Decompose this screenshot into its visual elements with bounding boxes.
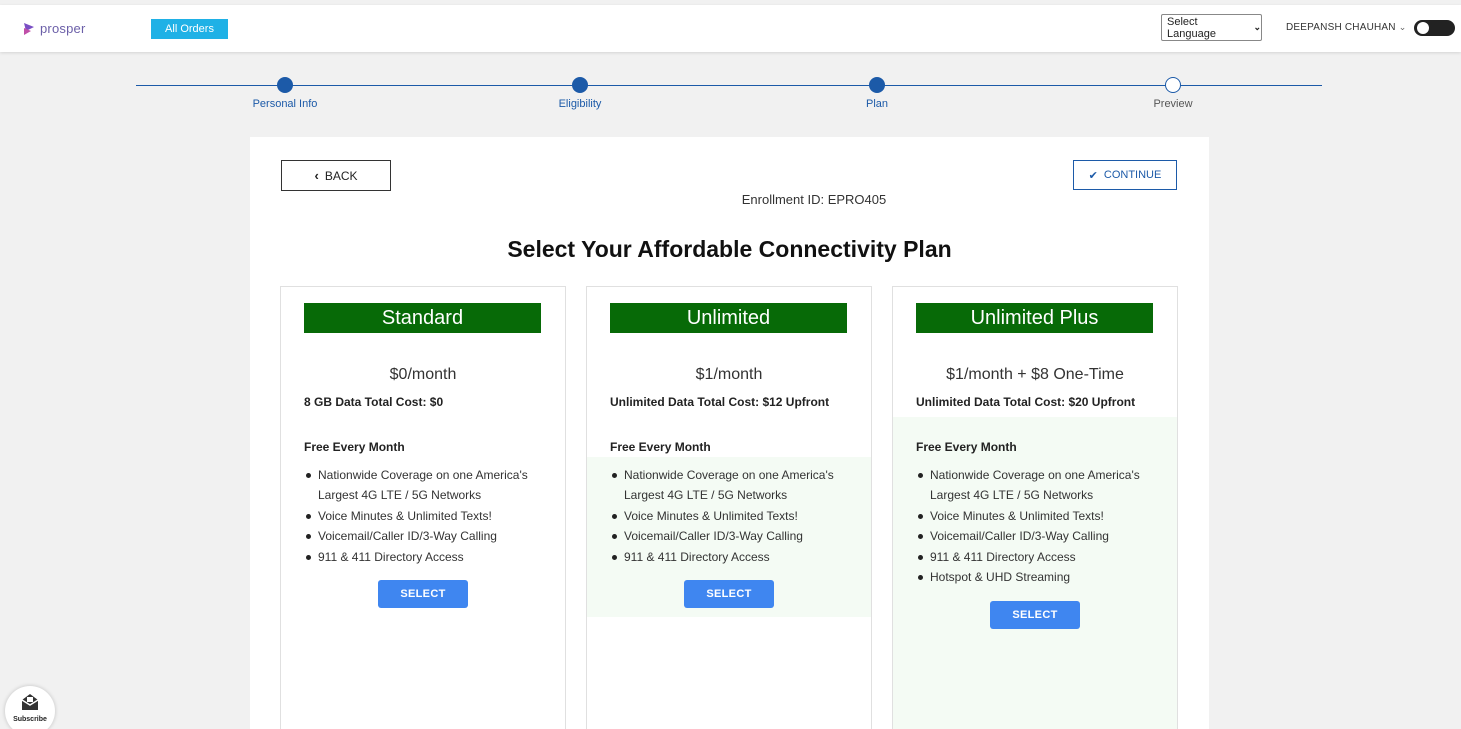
feature-list: Nationwide Coverage on one America's Lar… <box>610 465 860 567</box>
plan-name: Standard <box>304 303 541 333</box>
page-title: Select Your Affordable Connectivity Plan <box>507 236 952 262</box>
language-select[interactable]: Select Language ⌄ <box>1161 14 1262 41</box>
check-icon: ✔ <box>1088 169 1098 182</box>
top-header: prosper All Orders Select Language ⌄ DEE… <box>0 5 1461 52</box>
feature-item: 911 & 411 Directory Access <box>610 547 860 567</box>
select-unlimited-plus-button[interactable]: SELECT <box>990 601 1080 629</box>
plan-price: $1/month + $8 One-Time <box>946 366 1124 383</box>
envelope-icon <box>21 694 39 710</box>
logo-text: prosper <box>40 21 86 36</box>
step-personal-info: Personal Info <box>225 77 345 110</box>
step-dot-complete <box>869 77 885 93</box>
step-preview: Preview <box>1113 77 1233 110</box>
prosper-logo[interactable]: prosper <box>22 21 85 36</box>
chevron-left-icon: ‹ <box>314 168 319 183</box>
select-unlimited-button[interactable]: SELECT <box>684 580 774 608</box>
step-label: Eligibility <box>558 98 602 110</box>
step-dot-complete <box>572 77 588 93</box>
language-select-value: Select Language <box>1167 15 1216 40</box>
feature-list: Nationwide Coverage on one America's Lar… <box>916 465 1166 587</box>
theme-toggle[interactable] <box>1414 20 1455 36</box>
step-eligibility: Eligibility <box>520 77 640 110</box>
feature-item: Voice Minutes & Unlimited Texts! <box>304 506 554 526</box>
feature-item: Voicemail/Caller ID/3-Way Calling <box>304 526 554 546</box>
free-heading: Free Every Month <box>610 440 711 454</box>
user-menu[interactable]: DEEPANSH CHAUHAN ⌄ <box>1286 22 1406 33</box>
user-name: DEEPANSH CHAUHAN <box>1286 22 1396 33</box>
all-orders-button[interactable]: All Orders <box>151 19 228 39</box>
feature-item: Voicemail/Caller ID/3-Way Calling <box>610 526 860 546</box>
step-plan: Plan <box>817 77 937 110</box>
feature-list: Nationwide Coverage on one America's Lar… <box>304 465 554 567</box>
plan-card-unlimited: Unlimited $1/month Unlimited Data Total … <box>586 286 872 729</box>
plan-cost: Unlimited Data Total Cost: $20 Upfront <box>916 395 1136 409</box>
subscribe-label: Subscribe <box>13 716 47 723</box>
step-dot-complete <box>277 77 293 93</box>
feature-item: 911 & 411 Directory Access <box>916 547 1166 567</box>
toggle-knob <box>1417 22 1429 34</box>
plan-cost: 8 GB Data Total Cost: $0 <box>304 395 444 409</box>
plan-selection-card: ‹ BACK ✔ CONTINUE Enrollment ID: EPRO405… <box>250 137 1209 729</box>
back-button-label: BACK <box>324 168 358 183</box>
free-heading: Free Every Month <box>916 440 1017 454</box>
plan-name: Unlimited Plus <box>916 303 1153 333</box>
plan-cost: Unlimited Data Total Cost: $12 Upfront <box>610 395 830 409</box>
step-label: Personal Info <box>252 98 318 110</box>
feature-item: Nationwide Coverage on one America's Lar… <box>610 465 860 506</box>
free-heading: Free Every Month <box>304 440 405 454</box>
feature-item: 911 & 411 Directory Access <box>304 547 554 567</box>
back-button[interactable]: ‹ BACK <box>281 160 391 191</box>
subscribe-button[interactable]: Subscribe <box>5 686 55 729</box>
feature-item: Nationwide Coverage on one America's Lar… <box>916 465 1166 506</box>
feature-item: Nationwide Coverage on one America's Lar… <box>304 465 554 506</box>
step-label: Plan <box>865 98 889 110</box>
chevron-down-icon: ⌄ <box>1398 22 1407 32</box>
continue-button[interactable]: ✔ CONTINUE <box>1073 160 1177 190</box>
feature-item: Hotspot & UHD Streaming <box>916 567 1166 587</box>
feature-item: Voice Minutes & Unlimited Texts! <box>610 506 860 526</box>
plan-price: $0/month <box>389 366 457 383</box>
continue-button-label: CONTINUE <box>1103 169 1162 181</box>
plan-card-standard: Standard $0/month 8 GB Data Total Cost: … <box>280 286 566 729</box>
plan-card-unlimited-plus: Unlimited Plus $1/month + $8 One-Time Un… <box>892 286 1178 729</box>
select-standard-button[interactable]: SELECT <box>378 580 468 608</box>
enrollment-id: Enrollment ID: EPRO405 <box>741 192 887 207</box>
feature-item: Voice Minutes & Unlimited Texts! <box>916 506 1166 526</box>
step-dot-pending <box>1165 77 1181 93</box>
prosper-logo-icon <box>24 22 34 35</box>
feature-item: Voicemail/Caller ID/3-Way Calling <box>916 526 1166 546</box>
plan-name: Unlimited <box>610 303 847 333</box>
chevron-down-icon: ⌄ <box>1253 22 1261 32</box>
step-label: Preview <box>1153 98 1193 110</box>
plan-price: $1/month <box>695 366 763 383</box>
